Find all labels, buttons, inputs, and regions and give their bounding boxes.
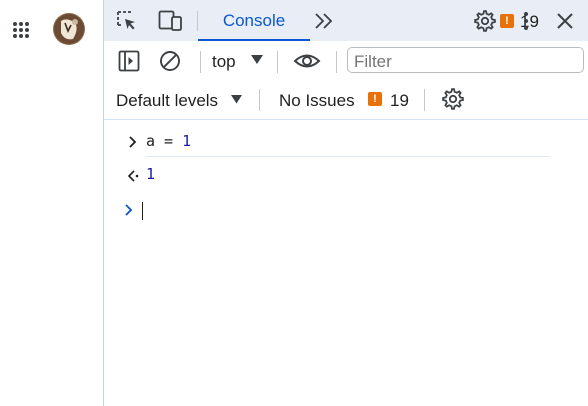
chevron-double-right-icon[interactable] [314,12,334,30]
console-entry-result: 1 [104,165,588,189]
result-arrow-icon [127,170,139,182]
clear-console-icon[interactable] [159,50,181,72]
log-levels-dropdown[interactable]: Default levels [116,91,218,111]
console-expression-op: = [155,132,183,150]
console-settings-gear-icon[interactable] [441,87,465,111]
context-select[interactable]: top [212,52,236,72]
close-icon[interactable] [556,12,574,30]
eye-icon[interactable] [293,51,321,71]
chevron-down-icon[interactable] [230,94,243,105]
show-sidebar-icon[interactable] [118,50,140,72]
grid-apps-icon[interactable] [12,21,30,39]
console-result-value: 1 [146,165,156,183]
console-output[interactable]: a = 1 1 [104,120,588,406]
issues-badge-icon[interactable]: ! [500,14,514,28]
no-issues-count[interactable]: 19 [390,91,409,111]
devtools-tabbar: Console ! 19 [104,0,588,41]
filter-input[interactable] [347,47,584,73]
kebab-menu-icon[interactable] [522,11,530,31]
console-expression-var: a [146,132,156,150]
browser-side-strip [0,0,103,406]
toolbar-separator [336,51,337,73]
console-prompt-caret[interactable] [142,202,143,220]
issues-badge-icon[interactable]: ! [368,92,382,106]
console-entry-input: a = 1 [104,132,588,156]
avatar-image [53,13,85,45]
toolbar-separator [200,51,201,73]
toolbar-separator [277,51,278,73]
toolbar-separator [424,89,425,111]
devtools-panel: Console ! 19 top Filter Default levels N… [103,0,588,406]
log-levels-label: Default levels [116,91,219,110]
context-select-value: top [212,52,236,71]
tab-console[interactable]: Console [198,0,310,41]
no-issues-label[interactable]: No Issues [279,91,355,111]
gear-icon[interactable] [473,9,497,33]
toolbar-separator [259,89,260,111]
console-entry-separator [146,156,550,157]
input-chevron-icon [129,136,137,148]
device-toolbar-icon[interactable] [158,10,184,32]
avatar[interactable] [53,13,85,45]
inspect-element-icon[interactable] [116,10,138,32]
chevron-down-icon[interactable] [250,54,264,66]
console-expression-num: 1 [182,132,192,150]
prompt-chevron-icon [125,204,133,216]
